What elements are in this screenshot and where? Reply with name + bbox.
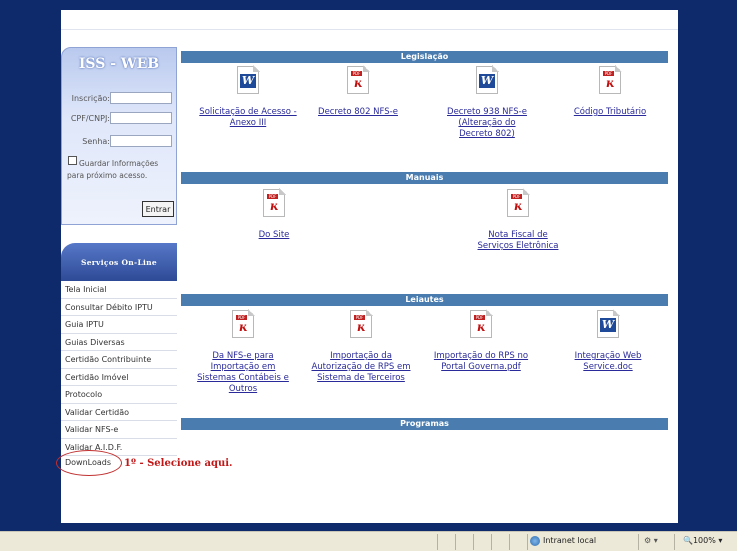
file-item: W Decreto 938 NFS-e (Alteração do Decret… (437, 65, 537, 140)
file-link[interactable]: Da NFS-e para Importação em Sistemas Con… (193, 351, 293, 395)
login-panel: ISS - WEB Inscrição: CPF/CNPJ: Senha: Gu… (61, 47, 177, 225)
file-link[interactable]: Importação da Autorização de RPS em Sist… (311, 351, 411, 384)
file-item: PDF ĸ Decreto 802 NFS-e (308, 65, 408, 118)
file-link[interactable]: Código Tributário (560, 107, 660, 118)
pdf-icon[interactable]: PDF ĸ (232, 309, 255, 338)
file-item: PDF ĸ Código Tributário (560, 65, 660, 118)
highlight-circle (56, 450, 122, 476)
file-item: PDF ĸ Da NFS-e para Importação em Sistema… (193, 309, 293, 395)
browser-status-bar (0, 531, 737, 551)
top-banner (61, 10, 678, 30)
pdf-icon[interactable]: PDF ĸ (507, 188, 530, 217)
protected-mode-icon[interactable]: ⚙ ▾ (644, 534, 658, 548)
file-item: PDF ĸ Importação do RPS no Portal Governa… (431, 309, 531, 373)
menu-item-certidao-imovel[interactable]: Certidão Imóvel (61, 368, 177, 386)
menu-item-guia-iptu[interactable]: Guia IPTU (61, 316, 177, 334)
word-doc-icon[interactable]: W (476, 65, 499, 94)
services-title: Serviços On-Line (81, 258, 157, 267)
senha-input[interactable] (110, 135, 172, 147)
senha-label: Senha: (82, 137, 110, 146)
file-item: W Integração Web Service.doc (558, 309, 658, 373)
menu-item-tela-inicial[interactable]: Tela Inicial (61, 281, 177, 299)
menu-item-consultar-debito-iptu[interactable]: Consultar Débito IPTU (61, 298, 177, 316)
cpf-input[interactable] (110, 112, 172, 124)
inscricao-label: Inscrição: (71, 94, 110, 103)
menu-item-validar-certidao[interactable]: Validar Certidão (61, 403, 177, 421)
file-item: PDF ĸ Importação da Autorização de RPS em… (311, 309, 411, 384)
pdf-icon[interactable]: PDF ĸ (599, 65, 622, 94)
file-link[interactable]: Importação do RPS no Portal Governa.pdf (431, 351, 531, 373)
services-header: Serviços On-Line (61, 243, 177, 281)
word-doc-icon[interactable]: W (597, 309, 620, 338)
remember-label: Guardar Informações para próximo acesso. (67, 159, 159, 180)
word-doc-icon[interactable]: W (237, 65, 260, 94)
file-link[interactable]: Decreto 802 NFS-e (308, 107, 408, 118)
section-legislacao: Legislação (181, 51, 668, 63)
pdf-icon[interactable]: PDF ĸ (470, 309, 493, 338)
file-item: W Solicitação de Acesso - Anexo III (198, 65, 298, 129)
file-link[interactable]: Nota Fiscal de Serviços Eletrônica (470, 230, 566, 252)
menu-item-guias-diversas[interactable]: Guias Diversas (61, 333, 177, 351)
menu-item-certidao-contribuinte[interactable]: Certidão Contribuinte (61, 351, 177, 369)
inscricao-input[interactable] (110, 92, 172, 104)
menu-item-validar-nfse[interactable]: Validar NFS-e (61, 421, 177, 439)
file-item: PDF ĸ Do Site (224, 188, 324, 241)
globe-icon (530, 535, 540, 546)
file-link[interactable]: Do Site (224, 230, 324, 241)
zoom-control[interactable]: 🔍100% ▾ (683, 534, 722, 548)
login-title: ISS - WEB (78, 56, 160, 72)
zoom-level: 100% (692, 536, 716, 545)
menu-item-protocolo[interactable]: Protocolo (61, 386, 177, 404)
file-link[interactable]: Decreto 938 NFS-e (Alteração do Decreto … (444, 107, 530, 140)
file-item: PDF ĸ Nota Fiscal de Serviços Eletrônica (468, 188, 568, 252)
file-link[interactable]: Integração Web Service.doc (558, 351, 658, 373)
instruction-annotation: 1º - Selecione aqui. (124, 458, 233, 469)
section-programas: Programas (181, 418, 668, 430)
security-zone[interactable]: Intranet local (530, 534, 596, 548)
services-menu: Tela Inicial Consultar Débito IPTU Guia … (61, 281, 177, 456)
cpf-label: CPF/CNPJ: (70, 114, 110, 123)
entrar-button[interactable]: Entrar (142, 201, 174, 217)
section-manuais: Manuais (181, 172, 668, 184)
pdf-icon[interactable]: PDF ĸ (347, 65, 370, 94)
file-link[interactable]: Solicitação de Acesso - Anexo III (198, 107, 298, 129)
pdf-icon[interactable]: PDF ĸ (263, 188, 286, 217)
pdf-icon[interactable]: PDF ĸ (350, 309, 373, 338)
zone-label: Intranet local (543, 536, 597, 545)
section-leiautes: Leiautes (181, 294, 668, 306)
